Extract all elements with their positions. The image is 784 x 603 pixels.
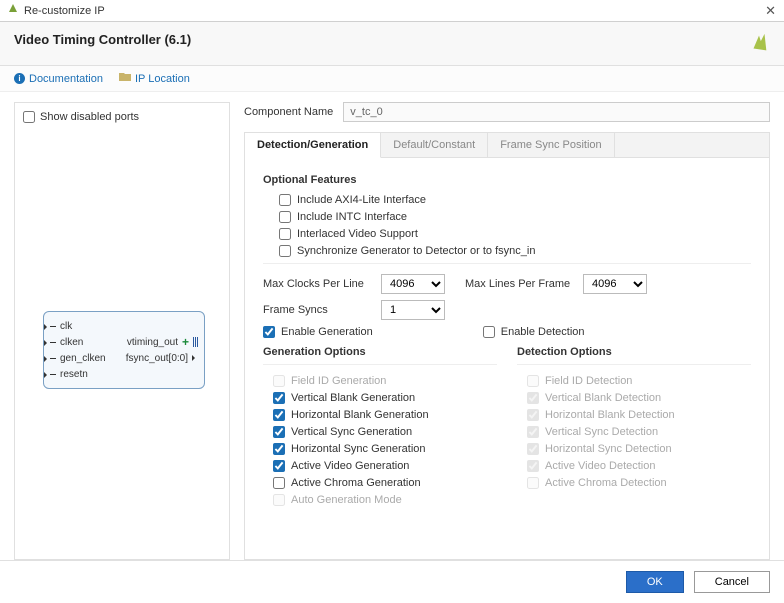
cancel-button[interactable]: Cancel	[694, 571, 770, 593]
max-lines-select[interactable]: 4096	[583, 274, 647, 294]
window-title: Re-customize IP	[24, 5, 105, 17]
port-resetn: resetn	[60, 369, 88, 380]
titlebar: Re-customize IP ✕	[0, 0, 784, 22]
component-name-label: Component Name	[244, 106, 333, 118]
gen-opt-4[interactable]: Horizontal Sync Generation	[273, 443, 497, 455]
close-icon[interactable]: ✕	[765, 3, 776, 19]
documentation-link[interactable]: i Documentation	[14, 72, 103, 85]
enable-generation-checkbox[interactable]: Enable Generation	[263, 326, 373, 338]
app-icon	[8, 4, 18, 17]
diagram-panel: Show disabled ports clk clken vtiming_ou…	[14, 102, 230, 560]
ip-title: Video Timing Controller (6.1)	[14, 32, 191, 47]
ip-block-diagram: clk clken vtiming_out+ gen_clken fsync_o…	[43, 311, 205, 389]
det-opt-0: Field ID Detection	[527, 375, 751, 387]
gen-opt-7: Auto Generation Mode	[273, 494, 497, 506]
optional-3[interactable]: Synchronize Generator to Detector or to …	[279, 245, 751, 257]
folder-icon	[119, 72, 131, 85]
det-opt-3: Vertical Sync Detection	[527, 426, 751, 438]
port-clken: clken	[60, 337, 83, 348]
det-opt-4: Horizontal Sync Detection	[527, 443, 751, 455]
tab-default-constant[interactable]: Default/Constant	[381, 133, 488, 157]
port-vtiming-out: vtiming_out	[127, 337, 178, 348]
gen-opt-1[interactable]: Vertical Blank Generation	[273, 392, 497, 404]
footer: OK Cancel	[0, 560, 784, 603]
links-bar: i Documentation IP Location	[0, 66, 784, 92]
optional-2[interactable]: Interlaced Video Support	[279, 228, 751, 240]
port-fsync-out: fsync_out[0:0]	[126, 353, 188, 364]
gen-opt-3[interactable]: Vertical Sync Generation	[273, 426, 497, 438]
optional-1[interactable]: Include INTC Interface	[279, 211, 751, 223]
show-disabled-ports-checkbox[interactable]: Show disabled ports	[23, 111, 221, 123]
optional-features-heading: Optional Features	[263, 174, 751, 186]
det-opt-2: Horizontal Blank Detection	[527, 409, 751, 421]
gen-opt-0: Field ID Generation	[273, 375, 497, 387]
gen-opt-5[interactable]: Active Video Generation	[273, 460, 497, 472]
det-opt-5: Active Video Detection	[527, 460, 751, 472]
generation-options-heading: Generation Options	[263, 346, 497, 358]
frame-syncs-label: Frame Syncs	[263, 304, 371, 316]
gen-opt-2[interactable]: Horizontal Blank Generation	[273, 409, 497, 421]
detection-options-heading: Detection Options	[517, 346, 751, 358]
ip-location-link[interactable]: IP Location	[119, 72, 190, 85]
enable-detection-checkbox[interactable]: Enable Detection	[483, 326, 585, 338]
tab-frame-sync-position[interactable]: Frame Sync Position	[488, 133, 614, 157]
gen-opt-6[interactable]: Active Chroma Generation	[273, 477, 497, 489]
optional-0[interactable]: Include AXI4-Lite Interface	[279, 194, 751, 206]
tab-detection-generation[interactable]: Detection/Generation	[245, 133, 381, 158]
brand-icon	[748, 32, 770, 57]
config-panel: Component Name Detection/Generation Defa…	[244, 102, 770, 560]
port-clk: clk	[60, 321, 72, 332]
max-clocks-label: Max Clocks Per Line	[263, 278, 371, 290]
tab-bar: Detection/Generation Default/Constant Fr…	[245, 133, 769, 158]
det-opt-6: Active Chroma Detection	[527, 477, 751, 489]
frame-syncs-select[interactable]: 1	[381, 300, 445, 320]
header: Video Timing Controller (6.1)	[0, 22, 784, 66]
port-gen-clken: gen_clken	[60, 353, 106, 364]
ok-button[interactable]: OK	[626, 571, 684, 593]
max-clocks-select[interactable]: 4096	[381, 274, 445, 294]
max-lines-label: Max Lines Per Frame	[465, 278, 573, 290]
component-name-input[interactable]	[343, 102, 770, 122]
info-icon: i	[14, 73, 25, 84]
det-opt-1: Vertical Blank Detection	[527, 392, 751, 404]
